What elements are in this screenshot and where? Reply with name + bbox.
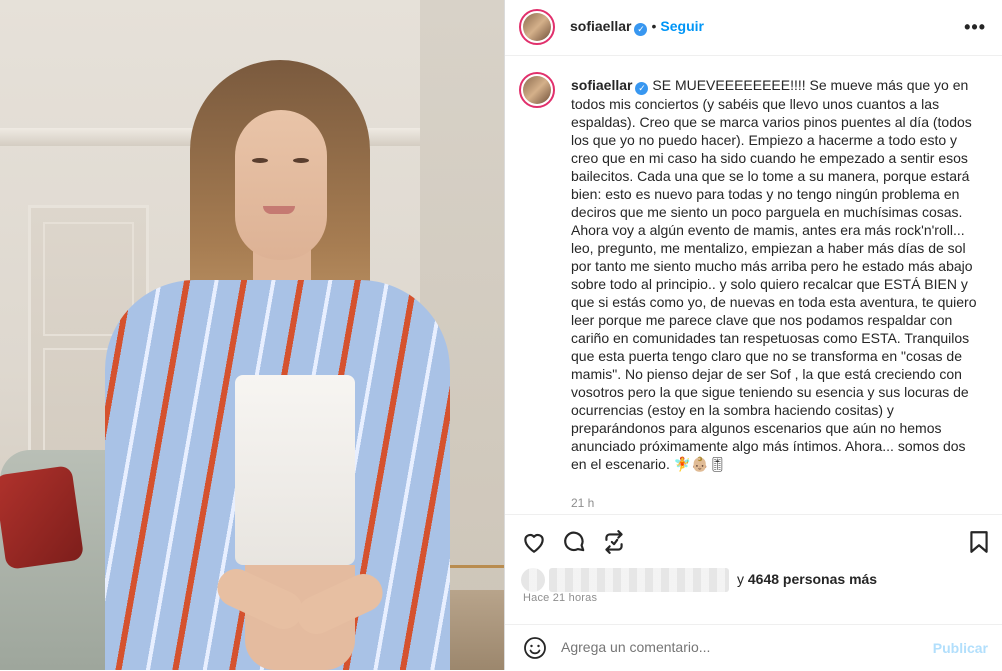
likes-row: y 4648 personas más bbox=[521, 568, 991, 592]
caption-username[interactable]: sofiaellar bbox=[571, 77, 632, 93]
post-caption: sofiaellar ✓ SE MUEVEEEEEEEE!!!! Se mueve… bbox=[571, 76, 983, 473]
post-image[interactable] bbox=[0, 0, 504, 670]
post-sidebar: sofiaellar ✓ • Seguir ••• sofiaellar ✓ SE MU… bbox=[504, 0, 1002, 670]
author-username[interactable]: sofiaellar bbox=[570, 18, 631, 34]
publish-button[interactable]: Publicar bbox=[933, 640, 988, 656]
comment-input[interactable] bbox=[561, 639, 861, 655]
heart-icon[interactable] bbox=[521, 529, 547, 555]
red-cushion bbox=[0, 465, 85, 570]
woman-figure bbox=[95, 60, 455, 670]
likes-count[interactable]: 4648 personas más bbox=[748, 571, 877, 587]
verified-icon: ✓ bbox=[635, 82, 649, 95]
post-date[interactable]: Hace 21 horas bbox=[523, 592, 597, 604]
comment-icon[interactable] bbox=[561, 529, 587, 555]
caption-text: SE MUEVEEEEEEEE!!!! Se mueve más que yo … bbox=[571, 77, 977, 472]
comment-bar: Publicar bbox=[505, 624, 1002, 671]
caption-timestamp[interactable]: 21 h bbox=[571, 496, 594, 510]
author-avatar[interactable] bbox=[519, 9, 555, 45]
liker-avatar[interactable] bbox=[521, 568, 545, 592]
action-bar bbox=[505, 514, 1002, 567]
blurred-liker-names bbox=[549, 568, 729, 592]
emoji-icon[interactable] bbox=[523, 636, 547, 660]
verified-icon: ✓ bbox=[634, 23, 648, 36]
separator-dot: • bbox=[651, 18, 657, 34]
caption-avatar[interactable] bbox=[519, 72, 555, 108]
bookmark-icon[interactable] bbox=[966, 529, 992, 555]
post-header: sofiaellar ✓ • Seguir ••• bbox=[505, 0, 1002, 56]
likes-summary: y 4648 personas más bbox=[737, 571, 878, 587]
more-options-icon[interactable]: ••• bbox=[964, 17, 986, 38]
follow-button[interactable]: Seguir bbox=[660, 18, 704, 34]
white-top bbox=[235, 375, 355, 565]
repost-icon[interactable] bbox=[601, 529, 627, 555]
